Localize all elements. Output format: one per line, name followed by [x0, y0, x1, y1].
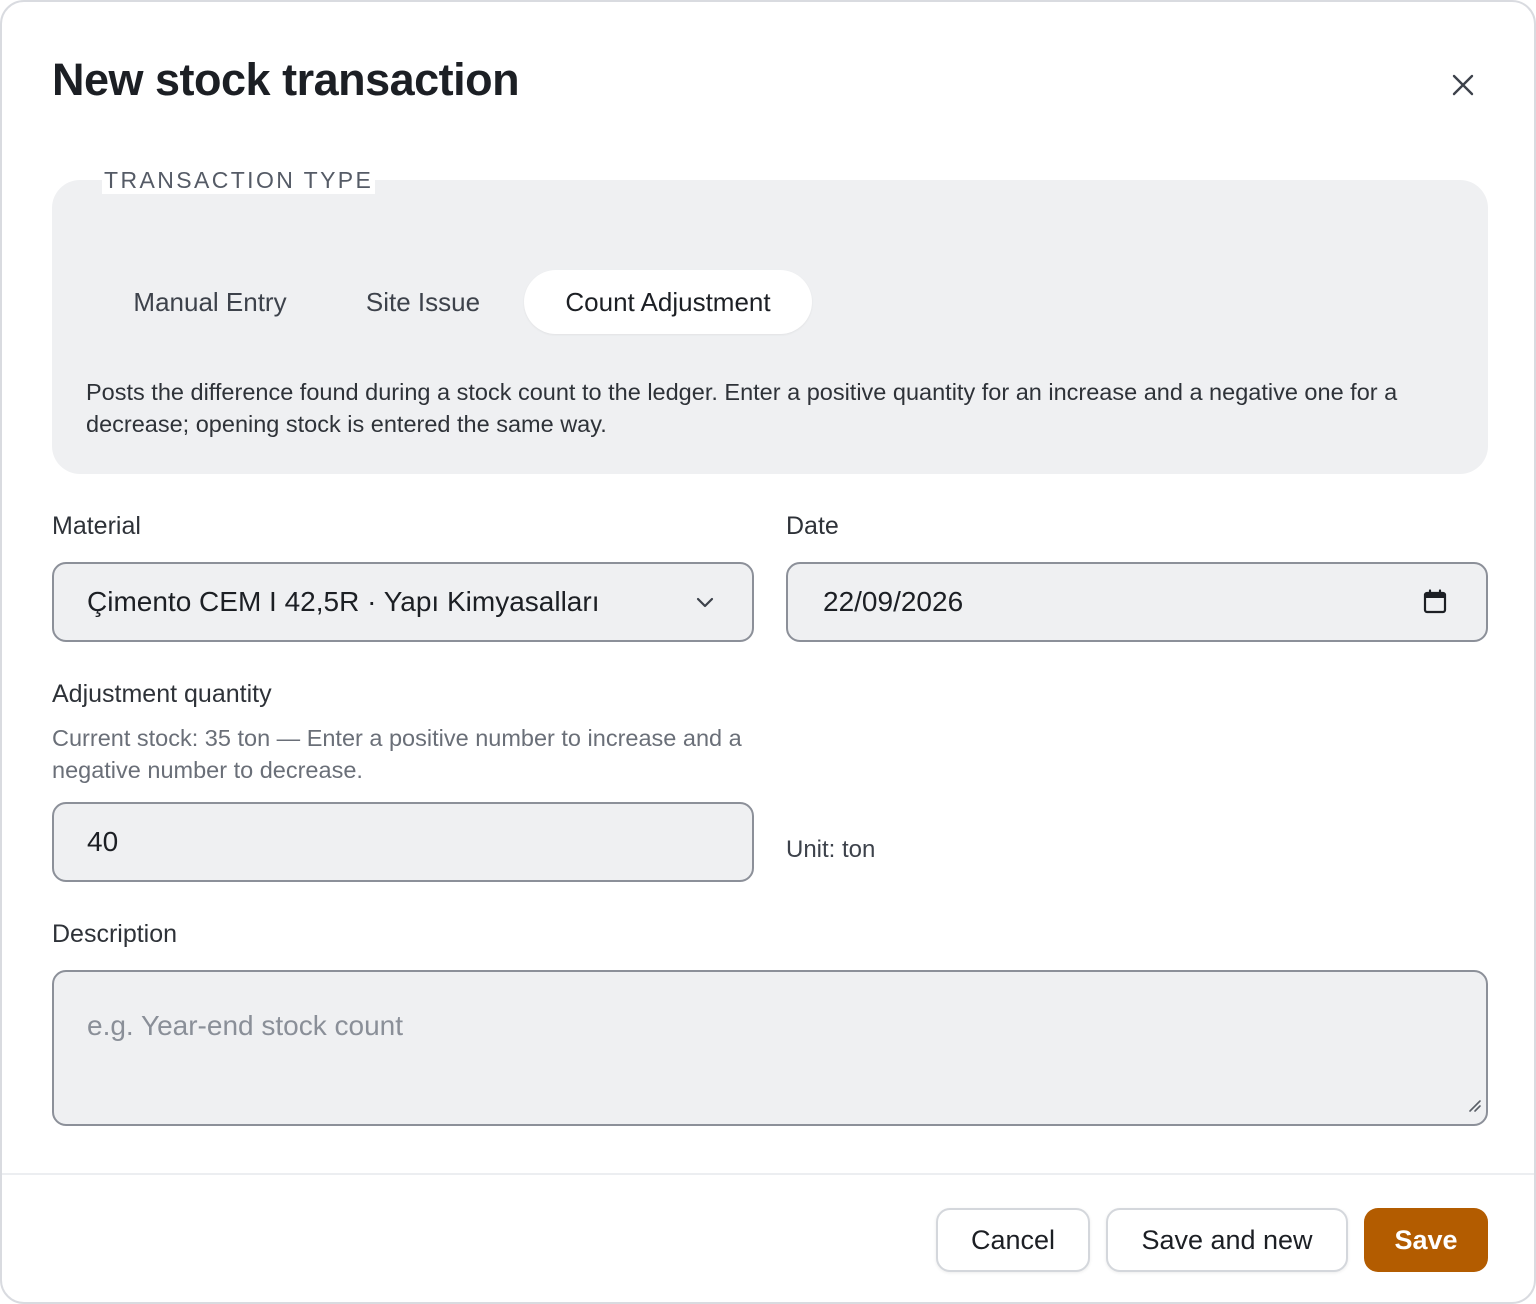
type-option-count-adjustment[interactable]: Count Adjustment — [524, 270, 812, 334]
adjustment-quantity-value: 40 — [87, 826, 119, 857]
new-stock-transaction-dialog: New stock transaction TRANSACTION TYPE M… — [0, 0, 1536, 1304]
description-textarea[interactable]: e.g. Year-end stock count — [52, 970, 1488, 1126]
save-and-new-button[interactable]: Save and new — [1106, 1208, 1348, 1272]
material-select[interactable]: Çimento CEM I 42,5R · Yapı Kimyasalları — [52, 562, 754, 642]
adjustment-quantity-hint: Current stock: 35 ton — Enter a positive… — [52, 725, 742, 783]
material-label: Material — [52, 512, 141, 540]
calendar-icon[interactable] — [1422, 589, 1448, 615]
adjustment-quantity-label: Adjustment quantity — [52, 680, 272, 708]
save-button[interactable]: Save — [1364, 1208, 1488, 1272]
transaction-type-fieldset: TRANSACTION TYPE Manual Entry Site Issue… — [52, 166, 1488, 474]
transaction-type-legend: TRANSACTION TYPE — [102, 166, 376, 194]
adjustment-quantity-input[interactable]: 40 — [52, 802, 754, 882]
date-label: Date — [786, 512, 839, 540]
type-option-site-issue[interactable]: Site Issue — [340, 270, 506, 334]
type-option-manual-entry[interactable]: Manual Entry — [100, 270, 320, 334]
chevron-down-icon — [694, 592, 716, 614]
close-button[interactable] — [1442, 64, 1484, 106]
date-input[interactable]: 22/09/2026 — [786, 562, 1488, 642]
description-label: Description — [52, 920, 178, 948]
close-icon — [1452, 74, 1474, 96]
description-placeholder: e.g. Year-end stock count — [87, 1010, 403, 1041]
dialog-title: New stock transaction — [52, 54, 520, 105]
resize-handle-icon[interactable] — [1466, 1088, 1482, 1120]
material-select-value: Çimento CEM I 42,5R · Yapı Kimyasalları — [87, 586, 600, 617]
footer-divider — [2, 1173, 1534, 1175]
cancel-button[interactable]: Cancel — [936, 1208, 1090, 1272]
date-input-value: 22/09/2026 — [823, 586, 964, 617]
unit-text: Unit: ton — [786, 836, 876, 863]
transaction-type-description: Posts the difference found during a stoc… — [86, 379, 1398, 437]
